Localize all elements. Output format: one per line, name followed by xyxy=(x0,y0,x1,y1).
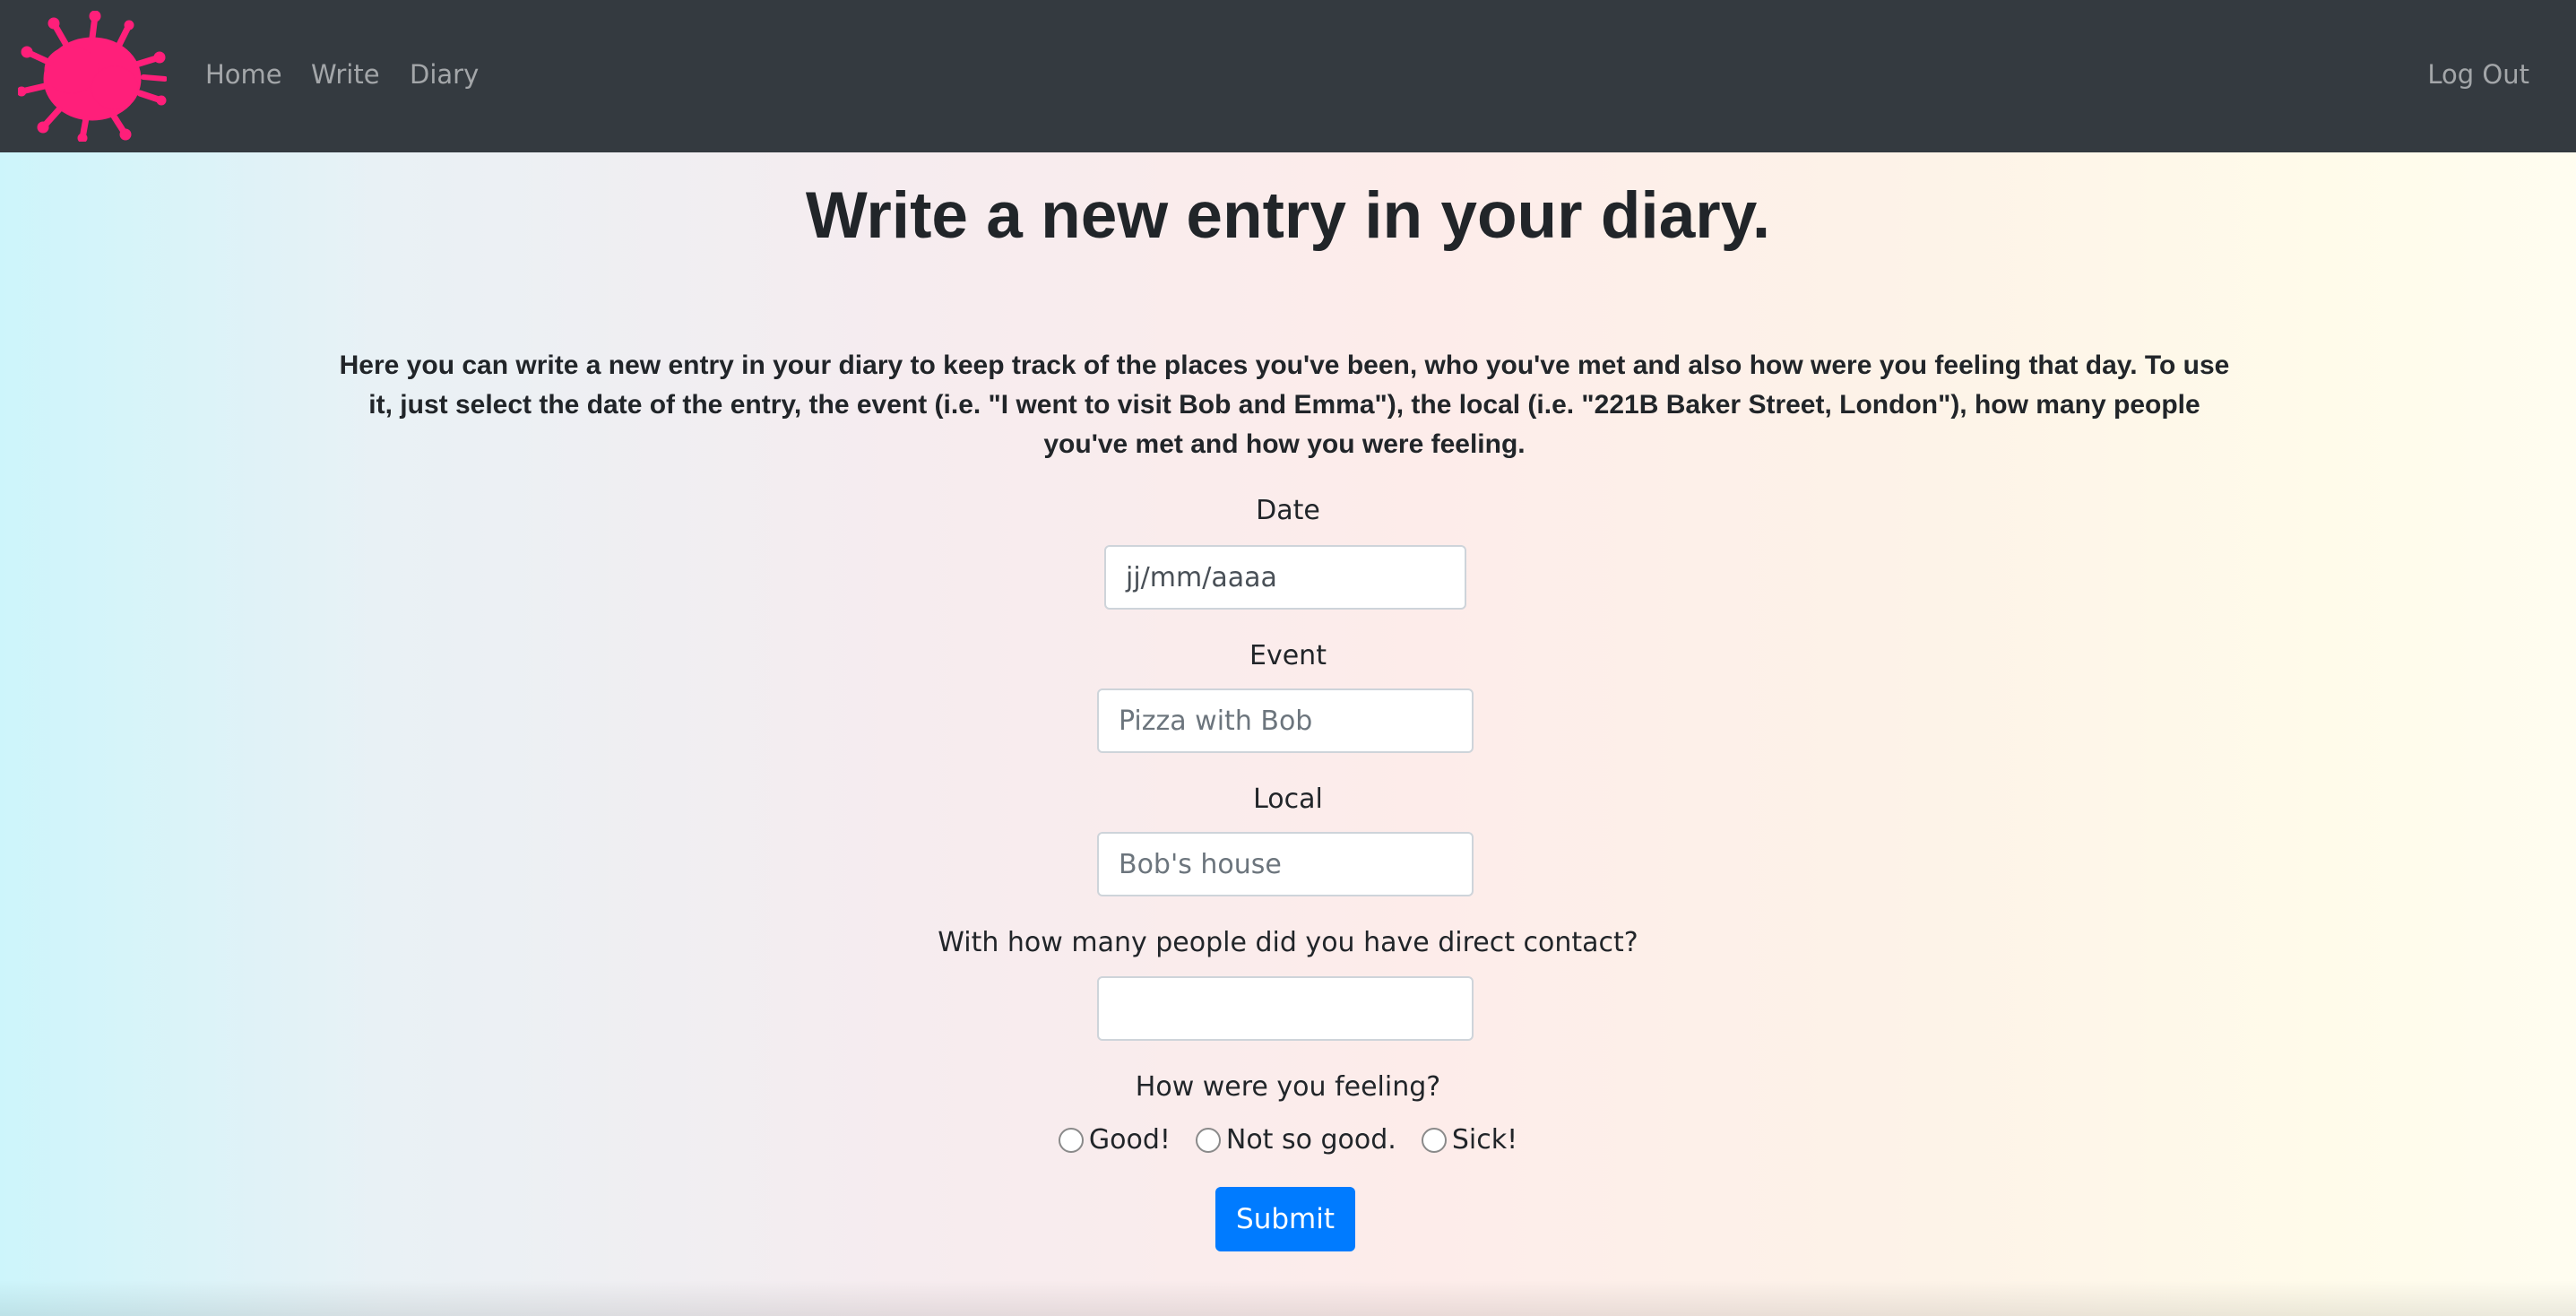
local-label: Local xyxy=(1253,784,1323,815)
feeling-label: How were you feeling? xyxy=(1135,1071,1441,1103)
feeling-option-label: Not so good. xyxy=(1225,1124,1396,1156)
submit-button[interactable]: Submit xyxy=(1215,1187,1355,1251)
event-label: Event xyxy=(1249,640,1327,671)
event-input[interactable] xyxy=(1097,688,1474,753)
local-input[interactable] xyxy=(1097,832,1474,896)
feeling-option-not-so-good[interactable]: Not so good. xyxy=(1195,1124,1396,1156)
nav-diary-link[interactable]: Diary xyxy=(410,59,479,90)
date-label: Date xyxy=(1256,495,1320,526)
nav-write-link[interactable]: Write xyxy=(311,59,380,90)
virus-splat-icon[interactable] xyxy=(18,11,167,142)
feeling-option-label: Sick! xyxy=(1451,1124,1518,1156)
nav-logout-link[interactable]: Log Out xyxy=(2427,59,2529,90)
feeling-option-label: Good! xyxy=(1088,1124,1171,1156)
feeling-radio-group: Good! Not so good. Sick! xyxy=(0,1124,2576,1156)
intro-text: Here you can write a new entry in your d… xyxy=(339,351,2230,459)
radio-good[interactable] xyxy=(1058,1127,1084,1153)
bottom-shadow xyxy=(0,1280,2576,1316)
page-title: Write a new entry in your diary. xyxy=(805,179,1771,252)
date-field-placeholder: jj/mm/aaaa xyxy=(1126,561,1277,593)
radio-not-so-good[interactable] xyxy=(1195,1127,1221,1153)
contact-count-input[interactable] xyxy=(1097,976,1474,1041)
radio-sick[interactable] xyxy=(1421,1127,1447,1153)
date-field[interactable]: jj/mm/aaaa xyxy=(1104,545,1466,610)
contact-count-label: With how many people did you have direct… xyxy=(938,927,1638,958)
feeling-option-sick[interactable]: Sick! xyxy=(1421,1124,1518,1156)
nav-home-link[interactable]: Home xyxy=(205,59,282,90)
navbar: Home Write Diary Log Out xyxy=(0,0,2576,152)
feeling-option-good[interactable]: Good! xyxy=(1058,1124,1171,1156)
